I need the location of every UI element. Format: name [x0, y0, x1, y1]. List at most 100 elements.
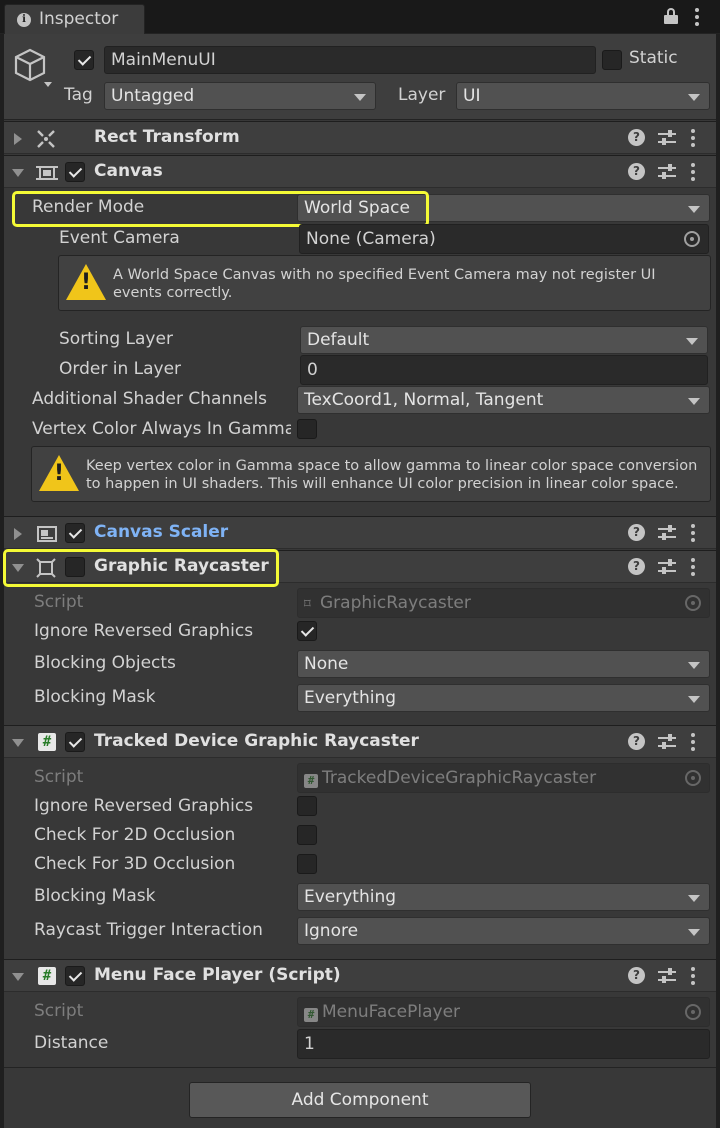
sorting-layer-label: Sorting Layer: [59, 329, 173, 349]
check-3d-occlusion-checkbox[interactable]: [297, 854, 317, 874]
tab-inspector[interactable]: i Inspector: [4, 4, 145, 34]
check-2d-occlusion-checkbox[interactable]: [297, 825, 317, 845]
static-checkbox[interactable]: [602, 50, 622, 70]
layer-value: UI: [463, 86, 481, 106]
context-menu-icon[interactable]: [691, 129, 695, 147]
context-menu-icon[interactable]: [691, 967, 695, 985]
gameobject-cube-icon[interactable]: [14, 46, 54, 90]
help-icon[interactable]: ?: [628, 558, 645, 575]
raycast-trigger-label: Raycast Trigger Interaction: [34, 920, 263, 940]
shader-channels-value: TexCoord1, Normal, Tangent: [304, 390, 544, 410]
component-tracked-device-raycaster[interactable]: # Tracked Device Graphic Raycaster ?: [4, 725, 716, 758]
raycast-trigger-dropdown[interactable]: Ignore: [297, 917, 710, 945]
object-picker-icon[interactable]: [684, 231, 700, 247]
tracked-raycaster-enabled-checkbox[interactable]: [65, 732, 85, 752]
distance-field[interactable]: 1: [297, 1029, 710, 1059]
tab-bar: i Inspector: [0, 0, 720, 34]
lock-icon[interactable]: [664, 8, 678, 24]
foldout-arrow-icon[interactable]: [12, 973, 24, 981]
component-menu-face-player[interactable]: # Menu Face Player (Script) ?: [4, 959, 716, 992]
check-3d-occlusion-label: Check For 3D Occlusion: [34, 854, 236, 874]
canvas-scaler-icon: [36, 525, 58, 543]
layer-dropdown[interactable]: UI: [456, 82, 710, 110]
blocking-mask-dropdown[interactable]: Everything: [297, 684, 710, 712]
blocking-objects-dropdown[interactable]: None: [297, 650, 710, 678]
order-in-layer-field[interactable]: 0: [300, 355, 708, 385]
presets-icon[interactable]: [658, 164, 676, 180]
foldout-arrow-icon[interactable]: [12, 739, 24, 747]
shader-channels-dropdown[interactable]: TexCoord1, Normal, Tangent: [297, 386, 710, 414]
script-value: MenuFacePlayer: [322, 1002, 461, 1022]
blocking-mask-value: Everything: [304, 688, 397, 708]
add-component-button[interactable]: Add Component: [189, 1082, 531, 1118]
presets-icon[interactable]: [658, 734, 676, 750]
component-title: Canvas Scaler: [94, 522, 229, 542]
tag-dropdown[interactable]: Untagged: [104, 82, 376, 110]
divider: [4, 1067, 716, 1068]
tab-menu-icon[interactable]: [695, 8, 699, 26]
context-menu-icon[interactable]: [691, 558, 695, 576]
info-icon: i: [17, 13, 31, 27]
blocking-objects-value: None: [304, 654, 349, 674]
blocking-mask-dropdown[interactable]: Everything: [297, 883, 710, 911]
context-menu-icon[interactable]: [691, 524, 695, 542]
component-actions: ?: [628, 733, 708, 753]
chevron-down-icon: [686, 338, 698, 345]
active-checkbox[interactable]: [74, 50, 94, 70]
tag-value: Untagged: [111, 86, 195, 106]
presets-icon[interactable]: [658, 525, 676, 541]
distance-label: Distance: [34, 1033, 109, 1053]
canvas-enabled-checkbox[interactable]: [65, 162, 85, 182]
script-value: TrackedDeviceGraphicRaycaster: [322, 768, 597, 788]
script-value: GraphicRaycaster: [320, 593, 471, 613]
presets-icon[interactable]: [658, 968, 676, 984]
blocking-mask-value: Everything: [304, 887, 397, 907]
component-title: Canvas: [94, 161, 163, 181]
chevron-down-icon: [354, 94, 366, 101]
blocking-objects-label: Blocking Objects: [34, 653, 176, 673]
help-icon[interactable]: ?: [628, 967, 645, 984]
foldout-arrow-icon[interactable]: [14, 528, 22, 540]
sorting-layer-dropdown[interactable]: Default: [300, 326, 708, 354]
chevron-down-icon: [688, 895, 700, 902]
ignore-reversed-checkbox[interactable]: [297, 621, 317, 641]
object-name-field[interactable]: MainMenuUI: [104, 46, 596, 74]
component-title: Menu Face Player (Script): [94, 965, 341, 985]
warning-box: ! A World Space Canvas with no specified…: [58, 255, 711, 311]
canvas-scaler-enabled-checkbox[interactable]: [65, 523, 85, 543]
layer-label: Layer: [398, 85, 446, 105]
object-picker-icon: [685, 595, 701, 611]
chevron-down-icon: [688, 398, 700, 405]
help-icon[interactable]: ?: [628, 129, 645, 146]
tag-label: Tag: [64, 85, 93, 105]
component-actions: ?: [628, 129, 708, 149]
component-rect-transform[interactable]: Rect Transform ?: [4, 121, 716, 154]
foldout-arrow-icon[interactable]: [12, 169, 24, 177]
help-icon[interactable]: ?: [628, 733, 645, 750]
event-camera-field[interactable]: None (Camera): [299, 224, 709, 254]
component-actions: ?: [628, 163, 708, 183]
blocking-mask-label: Blocking Mask: [34, 687, 156, 707]
script-label: Script: [34, 592, 84, 612]
object-picker-icon: [685, 1004, 701, 1020]
script-hash-icon: #: [304, 774, 318, 788]
context-menu-icon[interactable]: [691, 733, 695, 751]
component-canvas[interactable]: Canvas ?: [4, 155, 716, 188]
warning-mark: !: [80, 270, 92, 295]
sorting-layer-value: Default: [307, 330, 370, 350]
vertex-gamma-checkbox[interactable]: [297, 419, 317, 439]
help-icon[interactable]: ?: [628, 524, 645, 541]
component-actions: ?: [628, 558, 708, 578]
foldout-arrow-icon[interactable]: [14, 133, 22, 145]
menu-face-player-enabled-checkbox[interactable]: [65, 966, 85, 986]
event-camera-label: Event Camera: [59, 228, 180, 248]
vertex-gamma-label: Vertex Color Always In Gamma: [32, 419, 291, 439]
context-menu-icon[interactable]: [691, 163, 695, 181]
presets-icon[interactable]: [658, 559, 676, 575]
script-hash-icon: #: [38, 733, 56, 751]
canvas-icon: [36, 164, 58, 182]
component-canvas-scaler[interactable]: Canvas Scaler ?: [4, 516, 716, 549]
presets-icon[interactable]: [658, 130, 676, 146]
ignore-reversed-checkbox[interactable]: [297, 796, 317, 816]
help-icon[interactable]: ?: [628, 163, 645, 180]
